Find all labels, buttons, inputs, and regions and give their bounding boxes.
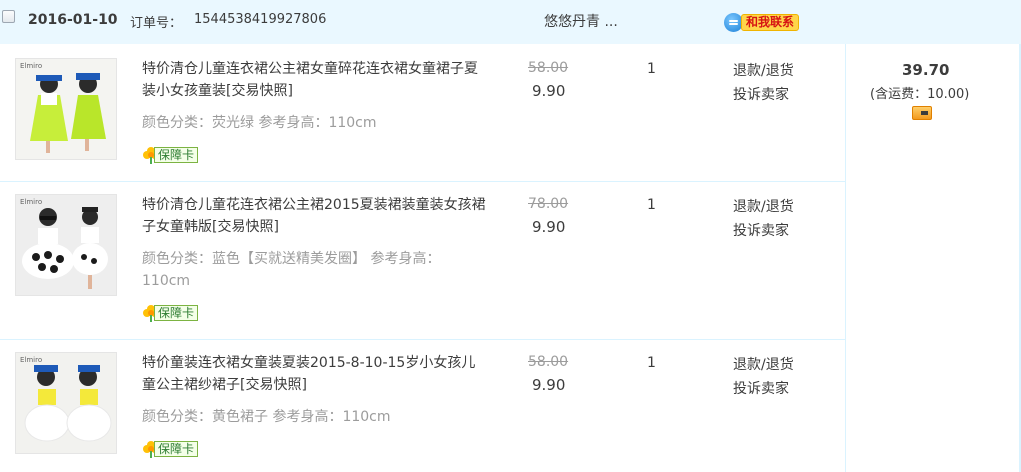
original-price: 78.00: [528, 196, 569, 212]
guarantee-card-label: 保障卡: [154, 147, 199, 163]
order-date: 2016-01-10: [28, 12, 118, 28]
guarantee-card-label: 保障卡: [154, 305, 199, 321]
guarantee-card-label: 保障卡: [154, 441, 199, 457]
complain-seller-link[interactable]: 投诉卖家: [733, 220, 789, 240]
original-price: 58.00: [528, 60, 569, 76]
column-divider: [845, 44, 846, 472]
refund-return-link[interactable]: 退款/退货: [733, 196, 794, 216]
original-price: 58.00: [528, 354, 569, 370]
unit-price: 9.90: [532, 376, 566, 394]
shop-name-link[interactable]: 悠悠丹青 ...: [544, 11, 618, 31]
unit-price: 9.90: [532, 82, 566, 100]
shipping-fee: (含运费：10.00): [870, 87, 970, 102]
complain-seller-link[interactable]: 投诉卖家: [733, 378, 789, 398]
product-image: Elmiro: [16, 59, 116, 159]
quantity: 1: [647, 197, 656, 213]
product-image: Elmiro: [16, 195, 116, 295]
product-thumbnail[interactable]: Elmiro: [15, 352, 117, 454]
order-item: Elmiro 特价童装连衣裙女童装夏装2015-8-10-15岁小女孩儿童公主裙…: [0, 340, 845, 472]
product-image: Elmiro: [16, 353, 116, 453]
order-item: Elmiro 特价清仓儿童花连衣裙公主裙2015夏装裙装童装女孩裙子女童韩版[交…: [0, 182, 845, 339]
product-thumbnail[interactable]: Elmiro: [15, 194, 117, 296]
quantity: 1: [647, 355, 656, 371]
product-title-link[interactable]: 特价清仓儿童连衣裙公主裙女童碎花连衣裙女童裙子夏装小女孩童装[交易快照]: [142, 58, 487, 102]
product-sku: 颜色分类：荧光绿 参考身高：110cm: [142, 115, 377, 131]
product-sku: 颜色分类：蓝色【买就送精美发圈】 参考身高：110cm: [142, 251, 441, 289]
order-number: 1544538419927806: [194, 12, 327, 27]
complain-seller-link[interactable]: 投诉卖家: [733, 84, 789, 104]
svg-text:Elmiro: Elmiro: [20, 198, 42, 206]
product-title-link[interactable]: 特价童装连衣裙女童装夏装2015-8-10-15岁小女孩儿童公主裙纱裙子[交易快…: [142, 352, 487, 396]
order-item: Elmiro 特价清仓儿童连衣裙公主裙女童碎花连衣裙女童裙子夏装小女孩童装[交易…: [0, 44, 845, 182]
product-title-link[interactable]: 特价清仓儿童花连衣裙公主裙2015夏装裙装童装女孩裙子女童韩版[交易快照]: [142, 194, 487, 238]
quantity: 1: [647, 61, 656, 77]
guarantee-card-badge[interactable]: 保障卡: [142, 303, 205, 323]
product-sku: 颜色分类：黄色裙子 参考身高：110cm: [142, 409, 391, 425]
refund-return-link[interactable]: 退款/退货: [733, 60, 794, 80]
unit-price: 9.90: [532, 218, 566, 236]
product-thumbnail[interactable]: Elmiro: [15, 58, 117, 160]
svg-text:Elmiro: Elmiro: [20, 356, 42, 364]
refund-return-link[interactable]: 退款/退货: [733, 354, 794, 374]
order-total: 39.70: [902, 61, 950, 79]
order-header: 2016-01-10 订单号： 1544538419927806 悠悠丹青 ..…: [0, 0, 1021, 44]
order-select-checkbox[interactable]: [2, 10, 15, 23]
contact-seller-label: 和我联系: [741, 14, 800, 31]
credit-card-icon[interactable]: [912, 106, 932, 120]
guarantee-card-badge[interactable]: 保障卡: [142, 439, 205, 459]
svg-text:Elmiro: Elmiro: [20, 62, 42, 70]
guarantee-card-badge[interactable]: 保障卡: [142, 145, 205, 165]
order-number-label: 订单号：: [130, 16, 183, 31]
